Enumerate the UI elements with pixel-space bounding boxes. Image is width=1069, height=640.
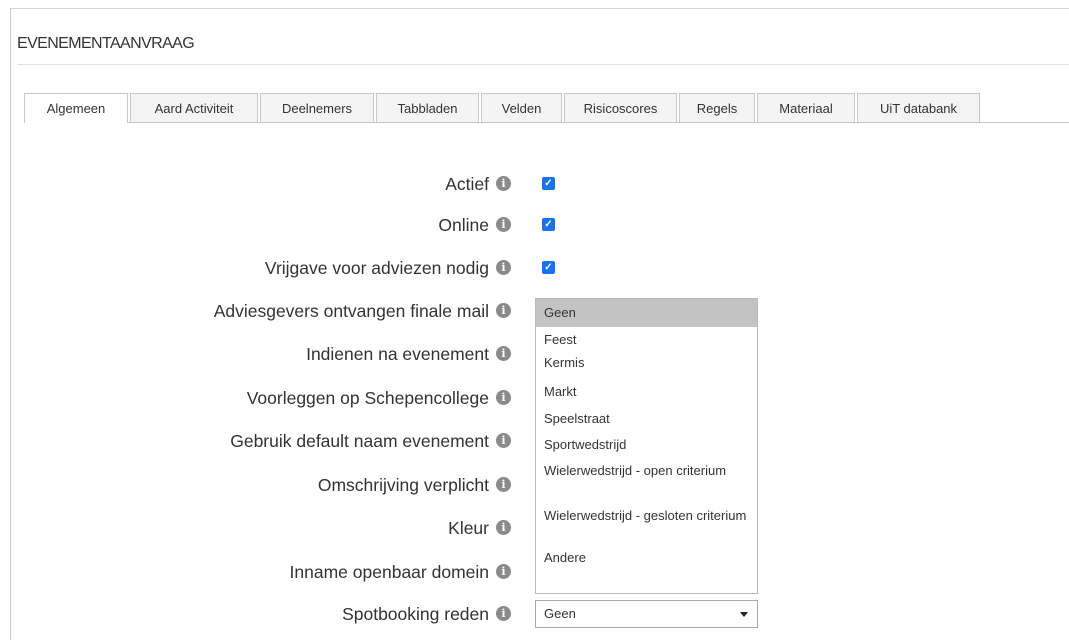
info-icon[interactable]: i [496,564,511,579]
dropdown-option-wielerwedstrijd-gesloten[interactable]: Wielerwedstrijd - gesloten criterium [536,503,757,546]
dropdown-option-speelstraat[interactable]: Speelstraat [536,407,757,433]
field-label: Gebruik default naam evenement [230,431,489,451]
tab-uit-databank[interactable]: UiT databank [857,93,980,122]
vrijgave-checkbox[interactable]: ✓ [542,261,555,274]
info-icon[interactable]: i [496,606,511,621]
info-icon[interactable]: i [496,176,511,191]
panel-title: EVENEMENTAANVRAAG [17,35,195,52]
actief-checkbox[interactable]: ✓ [542,177,555,190]
dropdown-option-sportwedstrijd[interactable]: Sportwedstrijd [536,433,757,457]
caret-down-icon [740,612,748,617]
info-icon[interactable]: i [496,217,511,232]
info-icon[interactable]: i [496,260,511,275]
tab-materiaal[interactable]: Materiaal [757,93,855,122]
field-label: Adviesgevers ontvangen finale mail [213,301,489,321]
dropdown-option-geen[interactable]: Geen [536,299,757,327]
field-label: Actief [445,174,489,194]
field-label: Online [438,215,489,235]
tab-velden[interactable]: Velden [481,93,562,122]
info-icon[interactable]: i [496,477,511,492]
field-label: Vrijgave voor adviezen nodig [264,258,489,278]
info-icon[interactable]: i [496,346,511,361]
tab-bar: Algemeen Aard Activiteit Deelnemers Tabb… [24,93,1069,123]
tab-regels[interactable]: Regels [679,93,755,122]
field-label: Omschrijving verplicht [317,475,489,495]
info-icon[interactable]: i [496,303,511,318]
dropdown-listbox[interactable]: Geen Feest Kermis Markt Speelstraat Spor… [535,298,758,594]
tab-risicoscores[interactable]: Risicoscores [564,93,677,122]
spotbooking-reden-select[interactable]: Geen [535,600,758,628]
tab-tabbladen[interactable]: Tabbladen [376,93,479,122]
field-row-actief: Actief i ✓ [0,170,1069,198]
tab-algemeen[interactable]: Algemeen [24,93,128,123]
field-label: Voorleggen op Schepencollege [246,388,489,408]
dropdown-option-feest[interactable]: Feest [536,327,757,355]
field-row-online: Online i ✓ [0,211,1069,239]
dropdown-option-kermis[interactable]: Kermis [536,355,757,381]
info-icon[interactable]: i [496,390,511,405]
online-checkbox[interactable]: ✓ [542,218,555,231]
dropdown-option-andere[interactable]: Andere [536,546,757,570]
field-label: Spotbooking reden [342,604,489,624]
spotbooking-reden-value: Geen [544,606,576,621]
info-icon[interactable]: i [496,433,511,448]
title-divider [17,64,1069,65]
dropdown-option-wielerwedstrijd-open[interactable]: Wielerwedstrijd - open criterium [536,457,757,503]
field-row-vrijgave: Vrijgave voor adviezen nodig i ✓ [0,254,1069,282]
field-label: Indienen na evenement [306,344,489,364]
dropdown-option-markt[interactable]: Markt [536,381,757,407]
field-label: Kleur [448,518,489,538]
tab-aard-activiteit[interactable]: Aard Activiteit [130,93,258,122]
field-label: Inname openbaar domein [289,562,489,582]
tab-deelnemers[interactable]: Deelnemers [260,93,374,122]
info-icon[interactable]: i [496,520,511,535]
